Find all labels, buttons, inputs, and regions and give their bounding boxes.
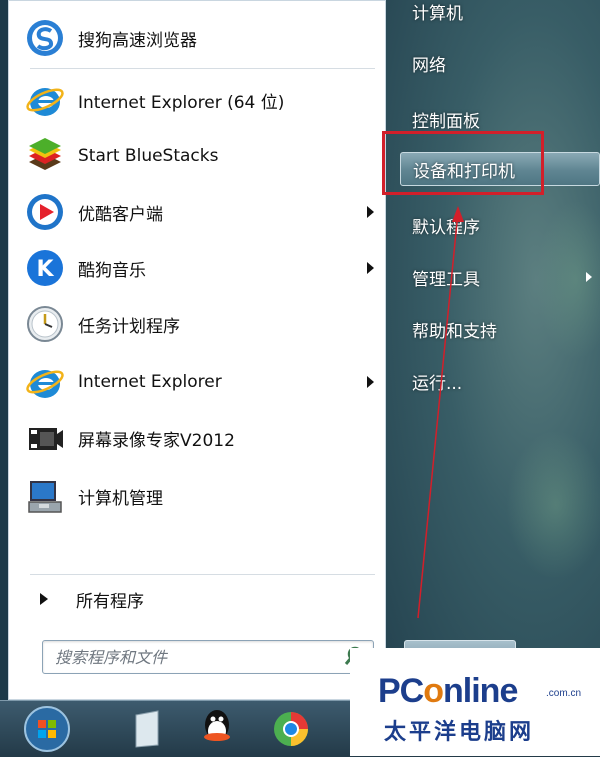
watermark-text: nline: [443, 672, 518, 710]
qq-icon[interactable]: [188, 705, 246, 753]
watermark-text: PC: [378, 672, 424, 710]
start-orb-button[interactable]: [18, 705, 76, 753]
watermark-domain: .com.cn: [546, 688, 582, 699]
watermark-chinese: 太平洋电脑网: [384, 720, 535, 745]
start-menu-screenshot: 搜狗高速浏览器 Internet Explorer (64 位) Start B…: [0, 0, 600, 757]
watermark-text: o: [423, 672, 444, 710]
taskbar-app-icon[interactable]: [118, 705, 176, 753]
browser-taskbar-icon[interactable]: [262, 705, 320, 753]
pconline-watermark: PConline .com.cn 太平洋电脑网: [350, 648, 600, 756]
watermark-brand: PConline: [378, 672, 518, 711]
